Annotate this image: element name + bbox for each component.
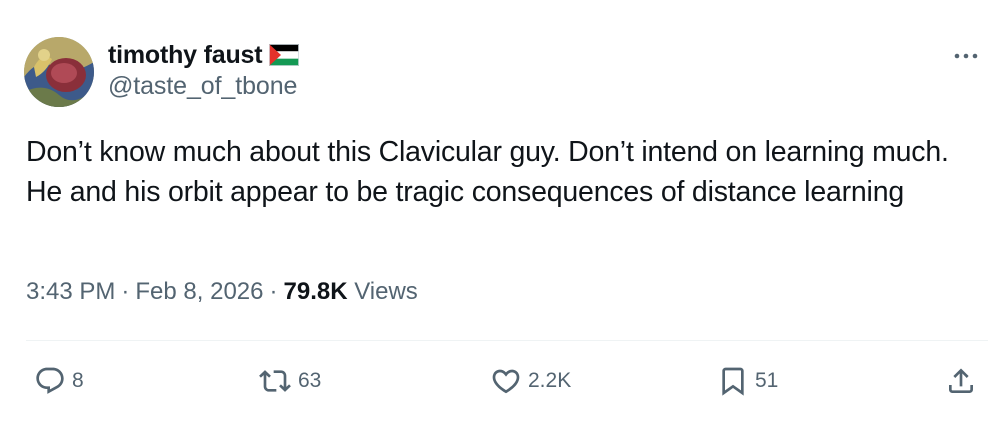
meta-separator: · — [269, 278, 278, 305]
share-button[interactable] — [945, 364, 977, 398]
meta-separator: · — [121, 278, 130, 305]
display-name[interactable]: timothy faust — [108, 41, 263, 70]
divider — [26, 340, 988, 341]
like-button[interactable]: 2.2K — [490, 364, 571, 398]
tweet-time[interactable]: 3:43 PM — [26, 278, 115, 305]
display-name-row: timothy faust — [108, 38, 300, 72]
more-dots-icon[interactable] — [951, 46, 981, 66]
heart-icon — [490, 365, 522, 397]
retweet-icon — [258, 365, 292, 397]
author-block: timothy faust @taste_of_tbone — [108, 38, 300, 101]
tweet-date[interactable]: Feb 8, 2026 — [135, 278, 263, 305]
bookmark-button[interactable]: 51 — [717, 364, 778, 398]
tweet-meta: 3:43 PM · Feb 8, 2026 · 79.8K Views — [26, 278, 418, 306]
bookmark-count: 51 — [755, 369, 779, 392]
like-count: 2.2K — [528, 369, 572, 392]
views-count: 79.8K — [283, 278, 348, 305]
views-label: Views — [354, 278, 418, 305]
reply-icon — [34, 365, 66, 397]
user-handle[interactable]: @taste_of_tbone — [108, 72, 299, 101]
retweet-button[interactable]: 63 — [258, 364, 321, 398]
palestine-flag-icon — [269, 44, 300, 66]
reply-count: 8 — [72, 369, 84, 392]
share-icon — [945, 365, 977, 397]
bookmark-icon — [717, 365, 749, 397]
reply-button[interactable]: 8 — [34, 364, 84, 398]
tweet-text: Don’t know much about this Clavicular gu… — [26, 136, 949, 208]
tweet-card: timothy faust @taste_of_tbone Don’t know… — [0, 0, 1000, 432]
avatar[interactable] — [24, 37, 94, 107]
retweet-count: 63 — [298, 369, 322, 392]
